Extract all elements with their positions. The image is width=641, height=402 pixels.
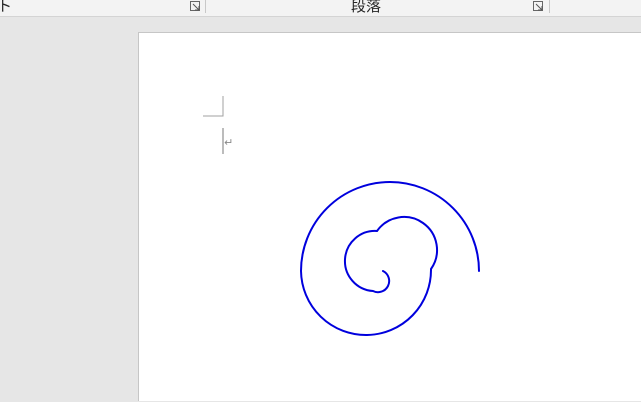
spiral-shape[interactable]: [299, 181, 480, 336]
page-canvas: ↵: [203, 96, 480, 336]
group-separator: [549, 0, 550, 13]
document-page[interactable]: ↵: [138, 32, 641, 401]
font-group-label: ト: [0, 0, 13, 15]
ribbon-group-strip: ト 段落: [0, 0, 641, 17]
margin-corner-mark: [203, 96, 224, 117]
group-separator: [205, 0, 206, 13]
paragraph-dialog-launcher-icon[interactable]: [533, 1, 545, 13]
paragraph-group-label: 段落: [351, 0, 382, 15]
font-dialog-launcher-icon[interactable]: [190, 1, 202, 13]
paragraph-mark: ↵: [224, 136, 233, 149]
